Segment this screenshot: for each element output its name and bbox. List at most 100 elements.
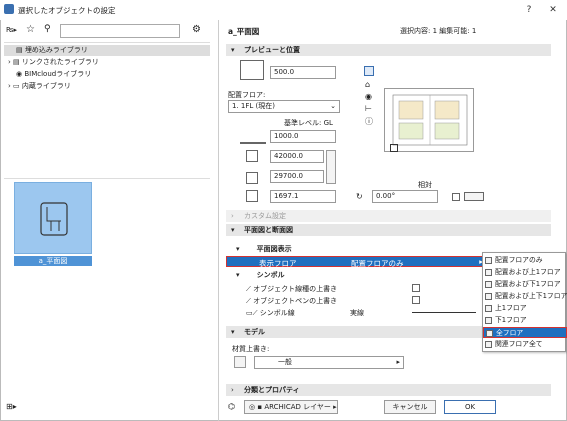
elevation-view-icon[interactable]: ⊢ [365,104,372,113]
floor-icon [485,281,492,288]
object-thumbnail[interactable] [14,182,92,254]
relative-label[interactable]: 相対 [418,180,432,190]
symbol-group[interactable]: ▾ シンボル [236,270,285,280]
section-title: 分類とプロパティ [244,386,300,394]
menu-item[interactable]: 関連フロア全て [483,339,567,350]
material-select[interactable]: 一般 ▸ [254,356,404,369]
tree-item-label: 埋め込みライブラリ [24,46,88,54]
title-bar: 選択したオブジェクトの設定 ? ✕ [0,0,567,20]
menu-item-label: 配置フロアのみ [495,256,543,264]
mirror-checkbox[interactable] [452,193,460,201]
menu-item-all-floors[interactable]: 全フロア [483,327,567,338]
favorites-icon[interactable]: ⌬ [228,402,235,411]
elevation-icon [240,132,266,144]
material-value: 一般 [278,358,292,366]
section-view-icon[interactable]: ⌂ [365,80,370,89]
floor-icon [485,293,492,300]
plan-display-group[interactable]: ▾ 平面図表示 [236,244,292,254]
override-line-row: ⟋ オブジェクト線種の上書き [246,285,338,293]
plan-view-icon[interactable] [364,66,374,76]
help-button[interactable]: ? [522,3,536,17]
object-name: a_平面図 [228,27,260,36]
show-floor-value: 配置フロアのみ [351,259,404,268]
floor-icon [485,317,492,324]
selection-info: 選択内容: 1 編集可能: 1 [400,27,477,35]
library-manager-icon[interactable]: ⊞▸ [6,402,17,411]
link-proportion-icon[interactable] [326,150,336,184]
menu-item-label: 配置および下1フロア [495,280,561,288]
menu-item[interactable]: 配置および上下1フロア [483,291,567,302]
section-preview[interactable]: ▾ プレビューと位置 [226,44,551,56]
floor-dropdown-menu: 配置フロアのみ 配置および上1フロア 配置および下1フロア 配置および上下1フロ… [482,252,567,352]
search-input[interactable] [60,24,180,38]
material-override-icon[interactable] [234,356,246,368]
value1-field[interactable]: 500.0 [270,66,336,79]
cancel-button[interactable]: キャンセル [384,400,436,414]
tree-item-label: 内蔵ライブラリ [21,82,71,90]
favorite-star-icon[interactable]: ☆ [26,24,35,35]
section-title: プレビューと位置 [244,46,300,54]
floor-label: 配置フロア: [228,91,266,99]
chevron-down-icon: ⌄ [330,102,336,110]
tree-item-linked[interactable]: › ▤ リンクされたライブラリ [4,57,99,68]
rotate-icon: ↻ [356,192,363,201]
info-icon[interactable]: ⓘ [365,116,373,127]
override-pen-row: ⟋ オブジェクトペンの上書き [246,297,338,305]
section-custom[interactable]: › カスタム設定 [226,210,551,222]
app-icon [4,4,14,14]
tree-item-builtin[interactable]: › ▭ 内蔵ライブラリ [4,81,71,92]
object-label: a_平面図 [14,256,92,266]
tree-item-embedded[interactable]: ▤ 埋め込みライブラリ [4,45,210,56]
width-field[interactable]: 42000.0 [270,150,324,163]
library-menu-icon[interactable]: ₨▸ [6,26,20,36]
floor-plan-preview-icon [392,94,468,146]
section-plan[interactable]: ▾ 平面図と断面図 [226,224,551,236]
menu-item[interactable]: 配置および上1フロア [483,267,567,278]
floor-icon [485,269,492,276]
tree-item-bimcloud[interactable]: ◉ BIMcloudライブラリ [4,69,91,80]
row-label: オブジェクト線種の上書き [253,285,338,293]
override-line-checkbox[interactable] [412,284,420,292]
show-floor-row[interactable]: 表示フロア 配置フロアのみ ▸ [226,256,490,268]
menu-item-label: 上1フロア [495,304,527,312]
menu-item-label: 配置および上1フロア [495,268,561,276]
override-pen-checkbox[interactable] [412,296,420,304]
library-tree: ▤ 埋め込みライブラリ › ▤ リンクされたライブラリ ◉ BIMcloudライ… [4,42,210,172]
depth-field[interactable]: 29700.0 [270,170,324,183]
material-label: 材質上書き: [232,345,270,353]
section-title: モデル [244,328,265,336]
menu-item[interactable]: 配置および下1フロア [483,279,567,290]
gear-icon[interactable]: ⚙ [192,24,201,35]
mirror-icon[interactable] [464,192,484,201]
symbol-line-value[interactable]: 実線 [350,308,364,318]
menu-item-label: 全フロア [496,329,524,337]
floor-icon [486,330,493,337]
ok-button[interactable]: OK [444,400,496,414]
angle-field[interactable]: 0.00° [372,190,438,203]
menu-item-label: 下1フロア [495,316,527,324]
symbol-line-row: ▭⟋ シンボル線 [246,309,295,317]
menu-item[interactable]: 配置フロアのみ [483,255,567,266]
menu-item[interactable]: 下1フロア [483,315,567,326]
close-button[interactable]: ✕ [546,3,560,17]
3d-view-icon[interactable]: ◉ [365,92,372,101]
width-icon [246,150,258,162]
anchor-point-icon[interactable] [390,144,398,152]
chair-icon [40,202,68,236]
floor-icon [485,257,492,264]
section-classification[interactable]: › 分類とプロパティ [226,384,551,396]
section-title: 平面図と断面図 [244,226,293,234]
tree-item-label: リンクされたライブラリ [21,58,99,66]
pane-divider[interactable] [218,20,219,421]
tree-item-label: BIMcloudライブラリ [24,70,92,78]
floor-select[interactable]: 1. 1FL (現在) ⌄ [228,100,340,113]
menu-item[interactable]: 上1フロア [483,303,567,314]
row-label: シンボル線 [259,309,295,317]
object-height-icon [246,190,258,202]
search-icon[interactable]: ⚲ [44,24,51,34]
layer-select[interactable]: ◎ ▪ ARCHICAD レイヤー ▸ [244,400,338,414]
plan-preview [384,88,474,152]
elevation-field[interactable]: 1000.0 [270,130,336,143]
height-field[interactable]: 1697.1 [270,190,336,203]
base-level-label[interactable]: 基準レベル: GL [284,118,333,128]
